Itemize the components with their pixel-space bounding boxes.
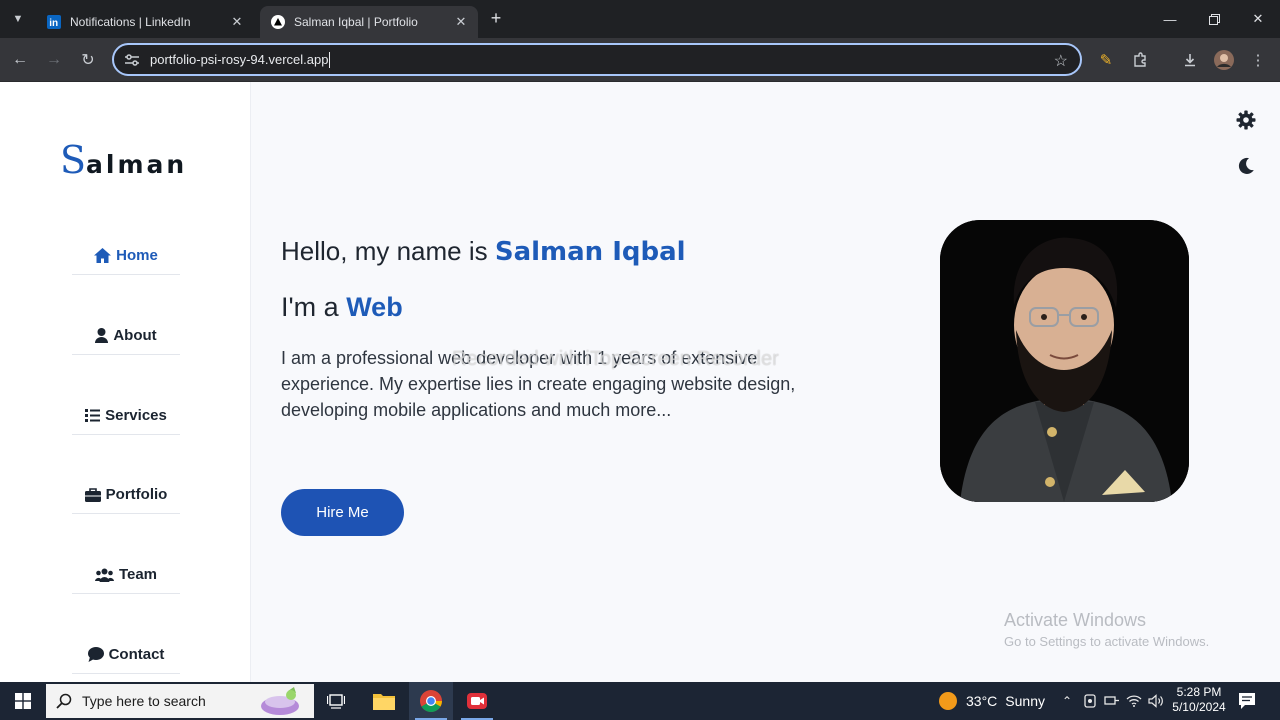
bookmark-star-icon[interactable]: ☆ [1054,51,1068,71]
taskbar-clock[interactable]: 5:28 PM 5/10/2024 [1168,685,1230,715]
profile-avatar[interactable] [1212,48,1236,72]
url-text[interactable]: portfolio-psi-rosy-94.vercel.app [150,52,328,67]
tab-search-button[interactable]: ▼ [6,7,30,31]
search-placeholder: Type here to search [82,693,206,709]
weather-widget[interactable]: 33°C Sunny [938,682,1045,720]
activate-subtitle: Go to Settings to activate Windows. [1004,634,1210,649]
briefcase-icon [84,487,101,502]
notification-center-icon[interactable] [1236,690,1258,712]
taskbar-search-box[interactable]: Type here to search [46,684,314,718]
task-view-icon [327,694,345,709]
close-tab-icon[interactable]: ✕ [228,13,246,31]
clock-time: 5:28 PM [1176,685,1222,699]
settings-gear-icon[interactable] [1236,110,1256,130]
logo-text: alman [86,150,188,179]
activate-title: Activate Windows [1004,610,1147,630]
user-icon [95,328,109,343]
nav-contact[interactable]: Contact [72,636,180,674]
hero-description: I am a professional web developer with 1… [281,348,796,420]
clock-date: 5/10/2024 [1172,700,1226,714]
folder-icon [373,694,395,710]
close-tab-icon[interactable]: ✕ [452,13,470,31]
hire-me-button[interactable]: Hire Me [281,489,404,536]
windows-logo-icon [15,693,31,709]
linkedin-icon: in [46,14,62,30]
pen-icon[interactable]: ✎ [1094,48,1118,72]
site-logo[interactable]: Salman [60,138,187,182]
back-button[interactable]: ← [6,46,34,74]
logo-initial: S [60,138,87,182]
nav-services[interactable]: Services [72,397,180,435]
portfolio-page: Salman Home About Services Portfolio Tea… [0,82,1280,682]
volume-icon[interactable] [1146,682,1166,720]
start-button[interactable] [0,682,46,720]
chrome-icon [420,690,442,712]
tab-portfolio[interactable]: Salman Iqbal | Portfolio ✕ [260,6,478,38]
wifi-icon[interactable] [1124,682,1144,720]
svg-text:in: in [49,18,58,29]
tab-title: Salman Iqbal | Portfolio [294,15,418,29]
restore-icon [1208,13,1220,25]
nav-label: Services [105,407,167,424]
hero-role-line: I'm a Web [281,292,403,323]
comment-icon [87,647,104,662]
list-icon [85,409,101,422]
text-cursor [329,51,331,68]
sun-icon [939,692,957,710]
nav-about[interactable]: About [72,317,180,355]
file-explorer-button[interactable] [362,682,406,720]
search-icon [56,693,72,709]
role-prefix: I'm a [281,292,339,322]
typed-role: Web [346,292,403,322]
nav-label: Home [116,247,158,264]
tab-linkedin[interactable]: in Notifications | LinkedIn ✕ [36,6,254,38]
nav-label: About [113,327,157,344]
nav-team[interactable]: Team [72,556,180,594]
greeting-text: Hello, my name is [281,236,488,266]
users-icon [94,568,114,582]
browser-menu-icon[interactable]: ⋮ [1246,48,1270,72]
profile-photo [940,220,1189,502]
sidebar: Salman Home About Services Portfolio Tea… [0,82,251,682]
minimize-button[interactable]: — [1148,0,1192,38]
search-highlight-art [261,687,299,715]
home-icon [94,248,112,263]
task-view-button[interactable] [314,682,358,720]
extensions-icon[interactable] [1128,48,1152,72]
weather-temperature: 33°C [966,693,998,709]
nav-home[interactable]: Home [72,237,180,275]
windows-taskbar: Type here to search 33°C Sunny ⌃ 5:28 PM… [0,682,1280,720]
show-hidden-icons-chevron[interactable]: ⌃ [1058,682,1076,720]
download-icon[interactable] [1178,48,1202,72]
nav-label: Portfolio [105,486,168,503]
browser-tab-bar: ▼ in Notifications | LinkedIn ✕ Salman I… [0,0,1280,38]
nav-label: Team [118,566,158,583]
vercel-icon [270,14,286,30]
close-window-button[interactable]: ✕ [1236,0,1280,38]
new-tab-button[interactable]: + [486,8,506,28]
site-info-icon[interactable] [124,52,140,68]
restore-button[interactable] [1192,0,1236,38]
recorder-icon [467,693,487,709]
weather-condition: Sunny [1005,693,1045,709]
tab-title: Notifications | LinkedIn [70,15,191,29]
activate-windows-overlay: Activate Windows Go to Settings to activ… [1004,610,1209,649]
network-icon[interactable] [1102,682,1122,720]
forward-button[interactable]: → [40,46,68,74]
nav-portfolio[interactable]: Portfolio [72,476,180,514]
reload-button[interactable]: ↻ [74,46,102,74]
camera-icon[interactable] [1080,682,1100,720]
hero-greeting: Hello, my name is Salman Iqbal [281,236,686,267]
address-bar[interactable]: portfolio-psi-rosy-94.vercel.app ☆ [112,43,1082,76]
chrome-taskbar-button[interactable] [409,682,453,720]
browser-toolbar: ← → ↻ portfolio-psi-rosy-94.vercel.app ☆… [0,38,1280,82]
nav-label: Contact [108,646,165,663]
screen-recorder-button[interactable] [455,682,499,720]
hero-name: Salman Iqbal [494,237,686,267]
dark-mode-moon-icon[interactable] [1237,157,1255,175]
